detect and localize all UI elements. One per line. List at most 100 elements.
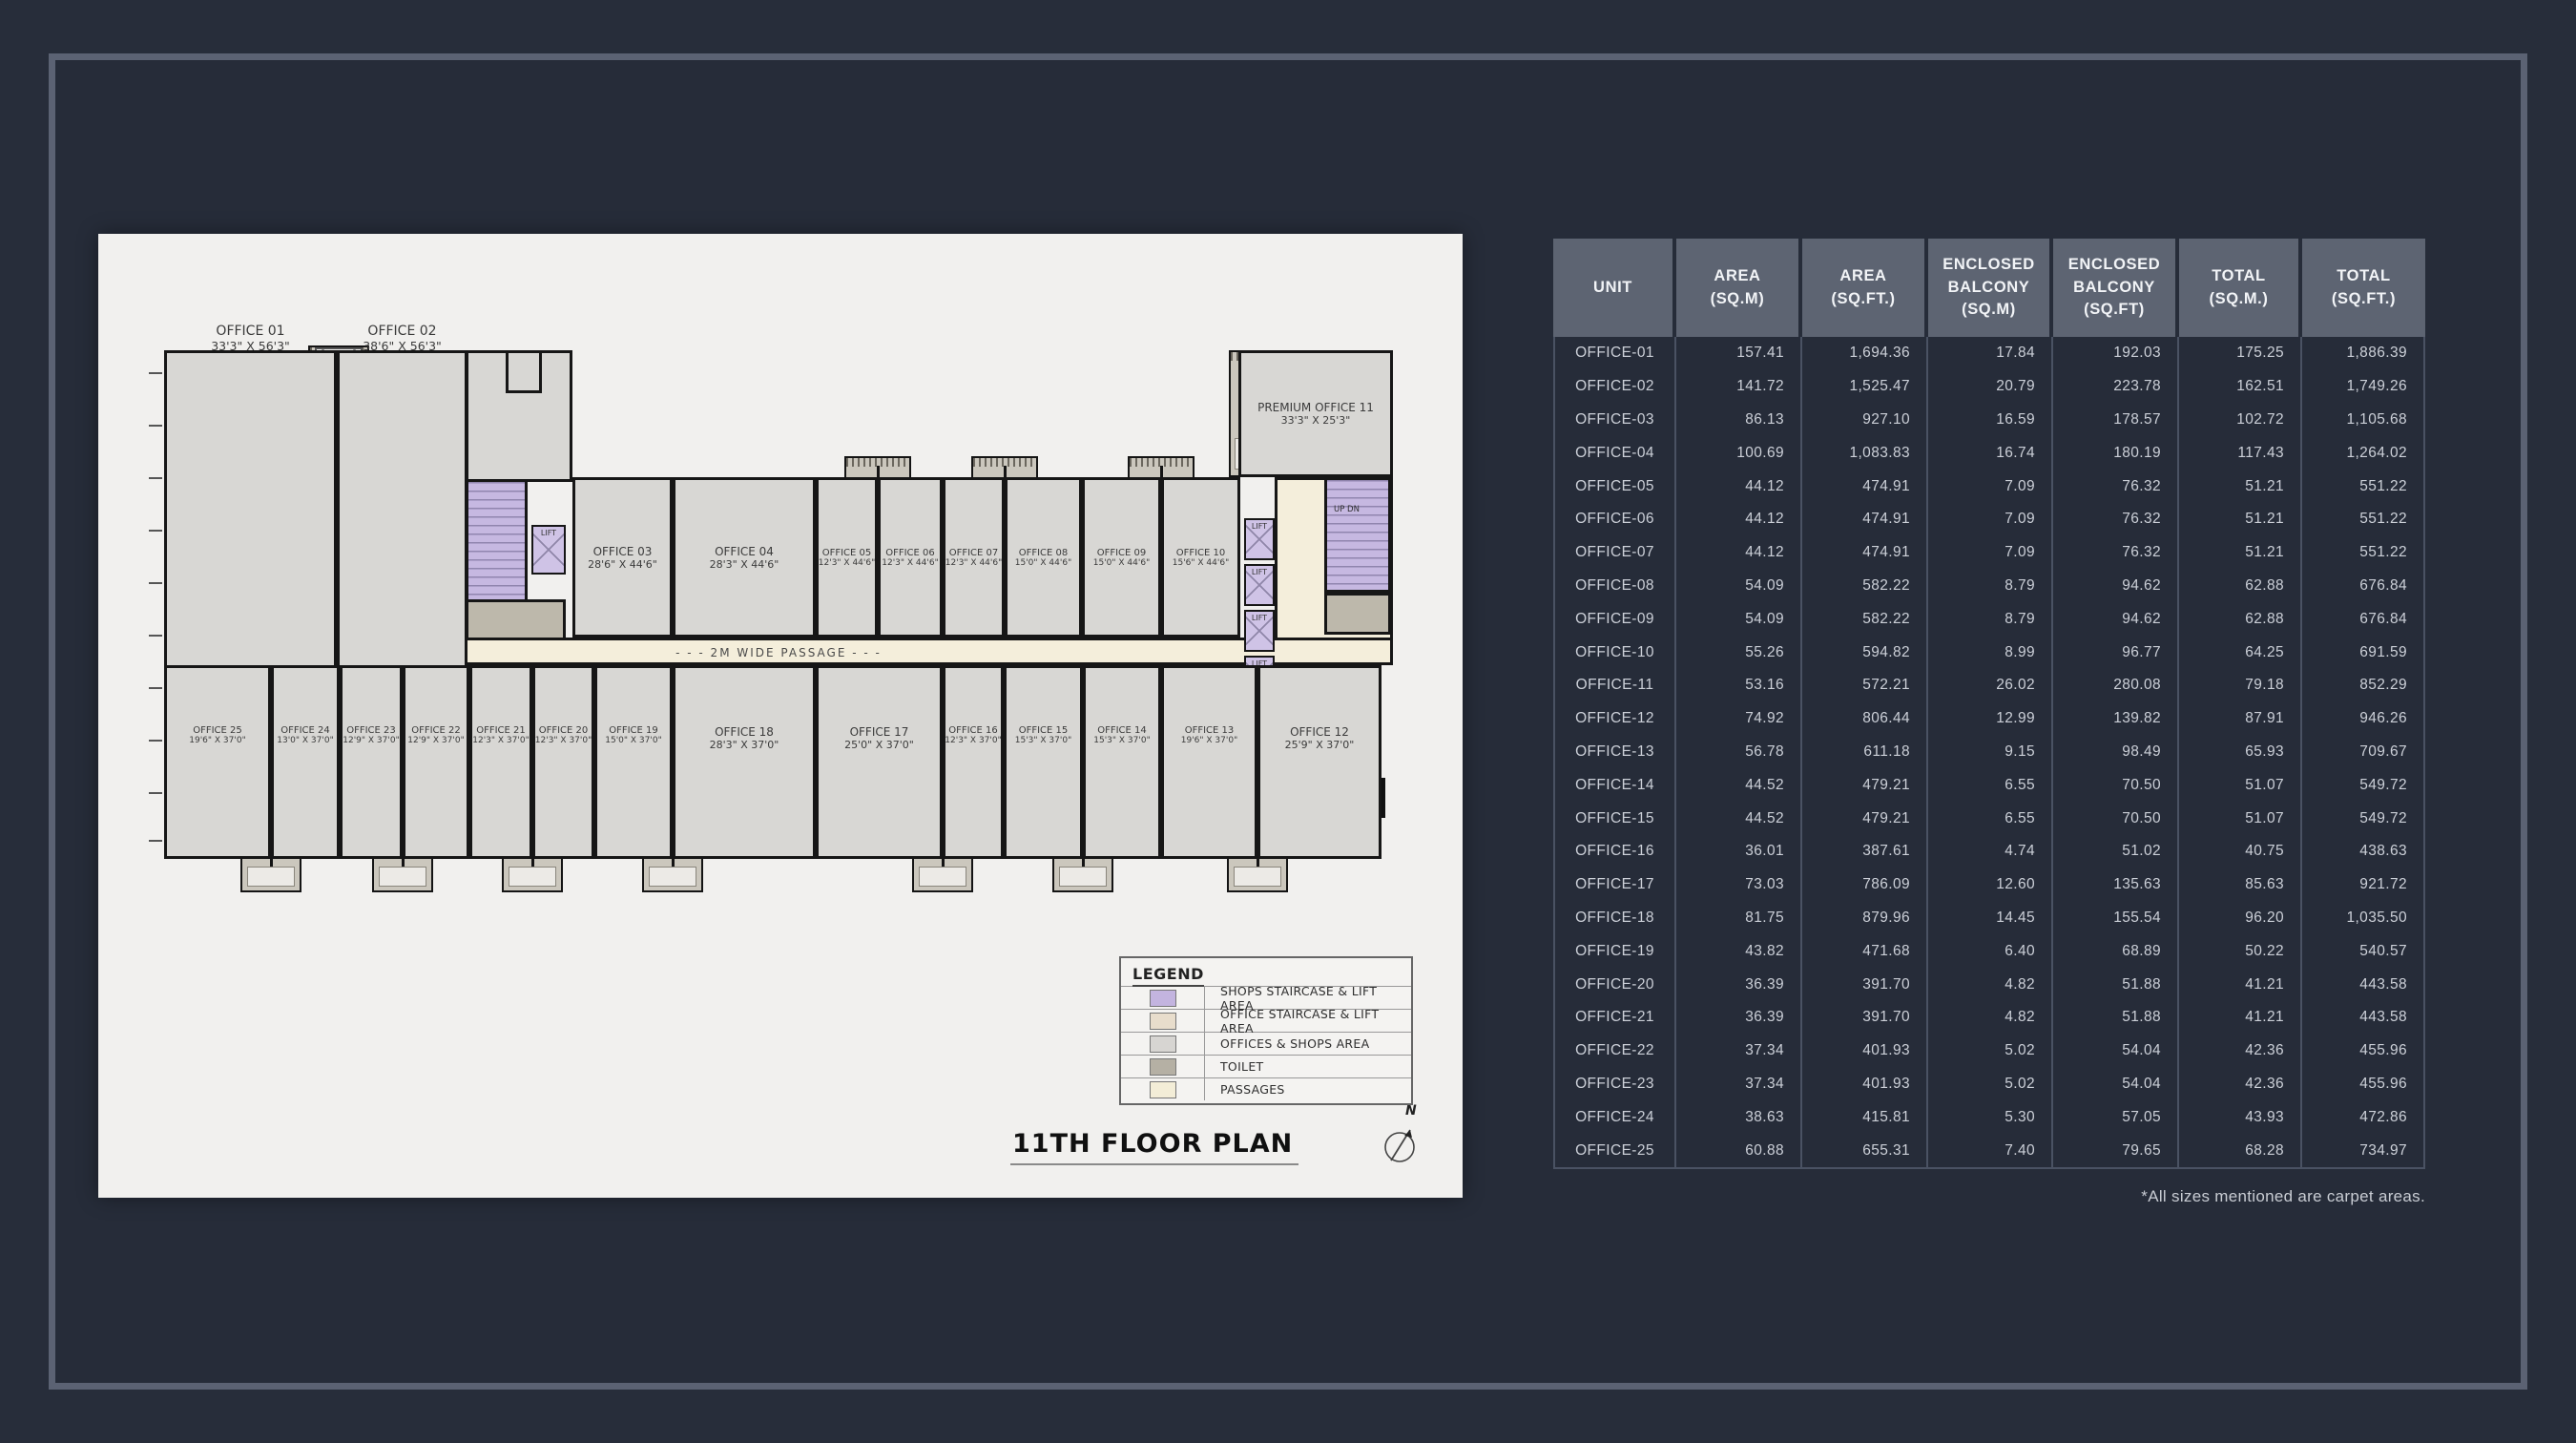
office-dimensions: 12'3" X 37'0" (535, 736, 592, 745)
value-cell: 155.54 (2053, 902, 2179, 935)
value-cell: 474.91 (1802, 503, 1928, 536)
value-cell: 786.09 (1802, 868, 1928, 902)
value-cell: 12.60 (1928, 868, 2053, 902)
office-name: OFFICE 22 (411, 725, 461, 736)
value-cell: 26.02 (1928, 669, 2053, 702)
north-arrow-icon: N (1367, 1098, 1434, 1179)
legend-label: TOILET (1205, 1056, 1411, 1077)
value-cell: 5.02 (1928, 1068, 2053, 1101)
value-cell: 479.21 (1802, 802, 1928, 835)
office-name: OFFICE 13 (1185, 725, 1235, 736)
value-cell: 42.36 (2179, 1035, 2302, 1068)
value-cell: 157.41 (1676, 337, 1802, 370)
value-cell: 8.79 (1928, 602, 2053, 636)
office-dimensions: 12'3" X 37'0" (945, 736, 1001, 745)
legend-label: OFFICE STAIRCASE & LIFT AREA (1205, 1010, 1411, 1032)
unit-cell: OFFICE-08 (1553, 570, 1676, 603)
office-name: OFFICE 23 (346, 725, 396, 736)
unit-cell: OFFICE-04 (1553, 436, 1676, 470)
value-cell: 51.88 (2053, 1001, 2179, 1035)
unit-cell: OFFICE-02 (1553, 370, 1676, 404)
value-cell: 20.79 (1928, 370, 2053, 404)
table-row: OFFICE-1153.16572.2126.02280.0879.18852.… (1553, 669, 2425, 702)
office-dimensions: 15'3" X 37'0" (1015, 736, 1071, 745)
table-row: OFFICE-2136.39391.704.8251.8841.21443.58 (1553, 1001, 2425, 1035)
legend-swatch (1150, 1058, 1176, 1076)
value-cell: 141.72 (1676, 370, 1802, 404)
legend-swatch (1150, 1081, 1176, 1098)
value-cell: 8.99 (1928, 636, 2053, 669)
value-cell: 691.59 (2302, 636, 2425, 669)
dimension-tick (149, 840, 162, 842)
value-cell: 655.31 (1802, 1134, 1928, 1167)
value-cell: 79.18 (2179, 669, 2302, 702)
value-cell: 879.96 (1802, 902, 1928, 935)
office-25: OFFICE 2519'6" X 37'0" (164, 665, 271, 859)
value-cell: 474.91 (1802, 470, 1928, 503)
office-dimensions: 15'3" X 37'0" (1093, 736, 1150, 745)
value-cell: 40.75 (2179, 835, 2302, 868)
office-name: OFFICE 01 (216, 324, 284, 339)
value-cell: 734.97 (2302, 1134, 2425, 1167)
value-cell: 472.86 (2302, 1100, 2425, 1134)
value-cell: 56.78 (1676, 736, 1802, 769)
table-row: OFFICE-0644.12474.917.0976.3251.21551.22 (1553, 503, 2425, 536)
unit-cell: OFFICE-07 (1553, 536, 1676, 570)
table-header-cell: TOTAL(SQ.M.) (2179, 239, 2302, 337)
dimension-tick (149, 740, 162, 742)
office-name: OFFICE 09 (1097, 548, 1147, 558)
office-04: OFFICE 0428'3" X 44'6" (673, 477, 816, 638)
value-cell: 70.50 (2053, 802, 2179, 835)
value-cell: 51.07 (2179, 802, 2302, 835)
office-06: OFFICE 0612'3" X 44'6" (878, 477, 943, 638)
office-16: OFFICE 1612'3" X 37'0" (943, 665, 1004, 859)
table-header-cell: TOTAL(SQ.FT.) (2302, 239, 2425, 337)
value-cell: 9.15 (1928, 736, 2053, 769)
office-name: OFFICE 17 (850, 725, 909, 739)
office-name: OFFICE 08 (1019, 548, 1069, 558)
office-dimensions: 13'0" X 37'0" (277, 736, 333, 745)
value-cell: 7.40 (1928, 1134, 2053, 1167)
office-dimensions: 33'3" X 25'3" (1281, 414, 1351, 427)
value-cell: 443.58 (2302, 1001, 2425, 1035)
value-cell: 479.21 (1802, 768, 1928, 802)
value-cell: 1,525.47 (1802, 370, 1928, 404)
unit-cell: OFFICE-23 (1553, 1068, 1676, 1101)
legend-swatch-cell (1121, 1033, 1205, 1055)
office-name: OFFICE 20 (539, 725, 589, 736)
dimension-tick (149, 530, 162, 532)
value-cell: 223.78 (2053, 370, 2179, 404)
value-cell: 41.21 (2179, 1001, 2302, 1035)
value-cell: 12.99 (1928, 702, 2053, 736)
toilet-block (1324, 593, 1391, 635)
value-cell: 14.45 (1928, 902, 2053, 935)
value-cell: 60.88 (1676, 1134, 1802, 1167)
office-dimensions: 25'0" X 37'0" (844, 739, 914, 751)
unit-cell: OFFICE-13 (1553, 736, 1676, 769)
unit-cell: OFFICE-17 (1553, 868, 1676, 902)
value-cell: 551.22 (2302, 536, 2425, 570)
table-row: OFFICE-1444.52479.216.5570.5051.07549.72 (1553, 768, 2425, 802)
value-cell: 8.79 (1928, 570, 2053, 603)
value-cell: 81.75 (1676, 902, 1802, 935)
legend-item: SHOPS STAIRCASE & LIFT AREA (1121, 986, 1411, 1009)
value-cell: 55.26 (1676, 636, 1802, 669)
value-cell: 401.93 (1802, 1068, 1928, 1101)
lift-icon: LIFT (1244, 518, 1275, 560)
svg-text:N: N (1405, 1103, 1417, 1119)
area-table: UNITAREA(SQ.M)AREA(SQ.FT.)ENCLOSEDBALCON… (1553, 239, 2425, 1169)
value-cell: 53.16 (1676, 669, 1802, 702)
unit-cell: OFFICE-20 (1553, 968, 1676, 1001)
office-name: OFFICE 04 (715, 545, 774, 558)
value-cell: 44.52 (1676, 802, 1802, 835)
value-cell: 50.22 (2179, 934, 2302, 968)
table-row: OFFICE-2438.63415.815.3057.0543.93472.86 (1553, 1100, 2425, 1134)
value-cell: 64.25 (2179, 636, 2302, 669)
table-row: OFFICE-1636.01387.614.7451.0240.75438.63 (1553, 835, 2425, 868)
legend-label: PASSAGES (1205, 1078, 1411, 1100)
table-row: OFFICE-01157.411,694.3617.84192.03175.25… (1553, 337, 2425, 370)
value-cell: 551.22 (2302, 503, 2425, 536)
office-09: OFFICE 0915'0" X 44'6" (1082, 477, 1161, 638)
table-row: OFFICE-1881.75879.9614.45155.5496.201,03… (1553, 902, 2425, 935)
value-cell: 1,083.83 (1802, 436, 1928, 470)
